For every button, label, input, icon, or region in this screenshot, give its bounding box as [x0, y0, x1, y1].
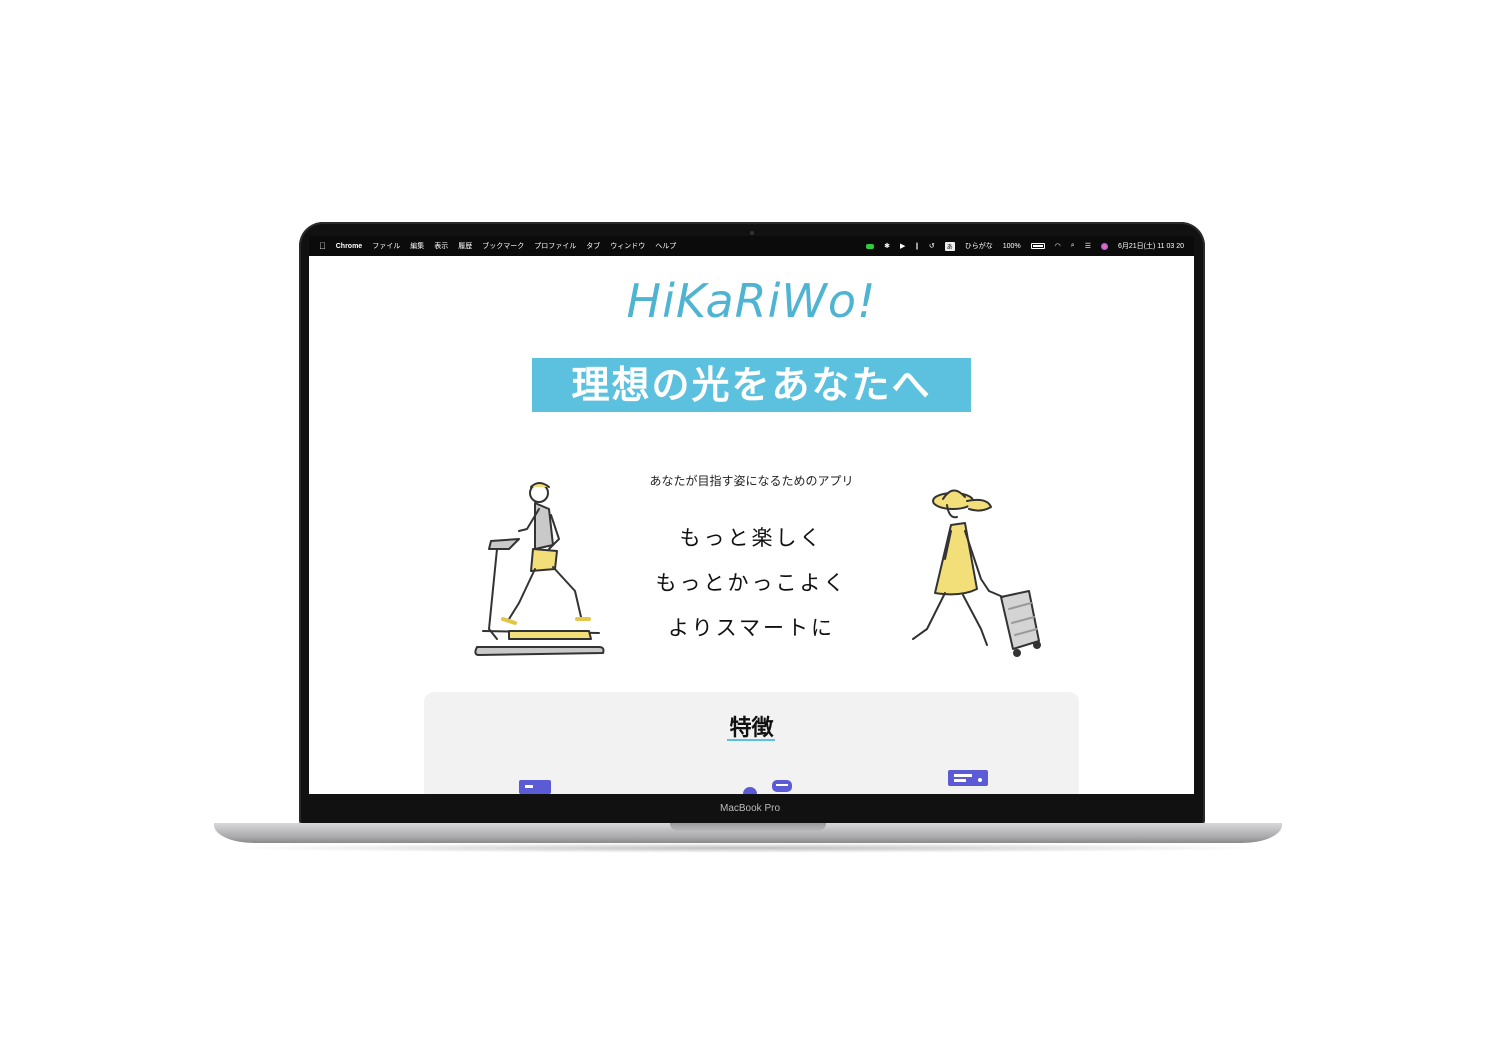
line-status-icon[interactable]	[866, 243, 875, 249]
app-menu-name[interactable]: Chrome	[336, 243, 362, 250]
menu-view[interactable]: 表示	[434, 241, 448, 251]
input-source-label[interactable]: ひらがな	[965, 241, 993, 251]
bluetooth-icon[interactable]: ✱	[884, 242, 890, 250]
tagline-1: もっと楽しく	[679, 526, 824, 550]
menu-edit[interactable]: 編集	[410, 241, 424, 251]
siri-icon[interactable]	[1100, 242, 1108, 250]
menu-bar-left:  Chrome ファイル 編集 表示 履歴 ブックマーク プロファイル タブ …	[319, 241, 676, 251]
battery-icon[interactable]	[1030, 243, 1045, 249]
browser-screen:  Chrome ファイル 編集 表示 履歴 ブックマーク プロファイル タブ …	[309, 236, 1194, 794]
feature-card-icon	[519, 780, 551, 794]
menu-bookmarks[interactable]: ブックマーク	[482, 241, 524, 251]
tagline-2: もっとかっこよく	[655, 571, 848, 595]
laptop-shadow	[222, 843, 1274, 853]
tagline-3: よりスマートに	[668, 616, 835, 640]
features-section: 特徴	[424, 692, 1079, 794]
control-center-icon[interactable]: ☰	[1085, 242, 1091, 250]
wifi-icon[interactable]: ◠	[1055, 242, 1061, 250]
device-label: MacBook Pro	[719, 803, 781, 814]
site-logo[interactable]: HiKaRiWo!	[309, 274, 1194, 328]
menu-profiles[interactable]: プロファイル	[534, 241, 576, 251]
features-title: 特徴	[729, 716, 774, 741]
apple-icon[interactable]: 	[319, 241, 326, 251]
menu-tab[interactable]: タブ	[586, 241, 600, 251]
features-title-underline	[727, 739, 775, 741]
laptop-base-notch	[670, 823, 826, 831]
airpods-icon[interactable]: ∥	[915, 242, 919, 250]
runner-illustration	[474, 482, 605, 656]
search-icon[interactable]: ⌕	[1071, 242, 1075, 250]
menu-bar-right: ✱ ▶ ∥ ↺ あ ひらがな 100% ◠ ⌕ ☰ 6月21日(土) 11 03…	[866, 241, 1184, 251]
hero-subtitle: あなたが目指す姿になるためのアプリ	[649, 474, 854, 488]
menu-window[interactable]: ウィンドウ	[610, 241, 645, 251]
menu-clock[interactable]: 6月21日(土) 11 03 20	[1118, 241, 1184, 251]
play-icon[interactable]: ▶	[900, 242, 905, 250]
menu-file[interactable]: ファイル	[372, 241, 400, 251]
traveler-illustration	[912, 489, 1041, 657]
menu-bar:  Chrome ファイル 編集 表示 履歴 ブックマーク プロファイル タブ …	[309, 236, 1194, 256]
input-source-badge[interactable]: あ	[944, 241, 955, 251]
menu-history[interactable]: 履歴	[458, 241, 472, 251]
feature-ticket-icon	[948, 770, 988, 786]
hero-headline: 理想の光をあなたへ	[532, 358, 971, 412]
time-machine-icon[interactable]: ↺	[929, 242, 935, 250]
feature-chat-icon	[743, 780, 792, 794]
camera-icon	[750, 231, 754, 235]
battery-percent: 100%	[1002, 242, 1021, 250]
menu-help[interactable]: ヘルプ	[655, 241, 676, 251]
